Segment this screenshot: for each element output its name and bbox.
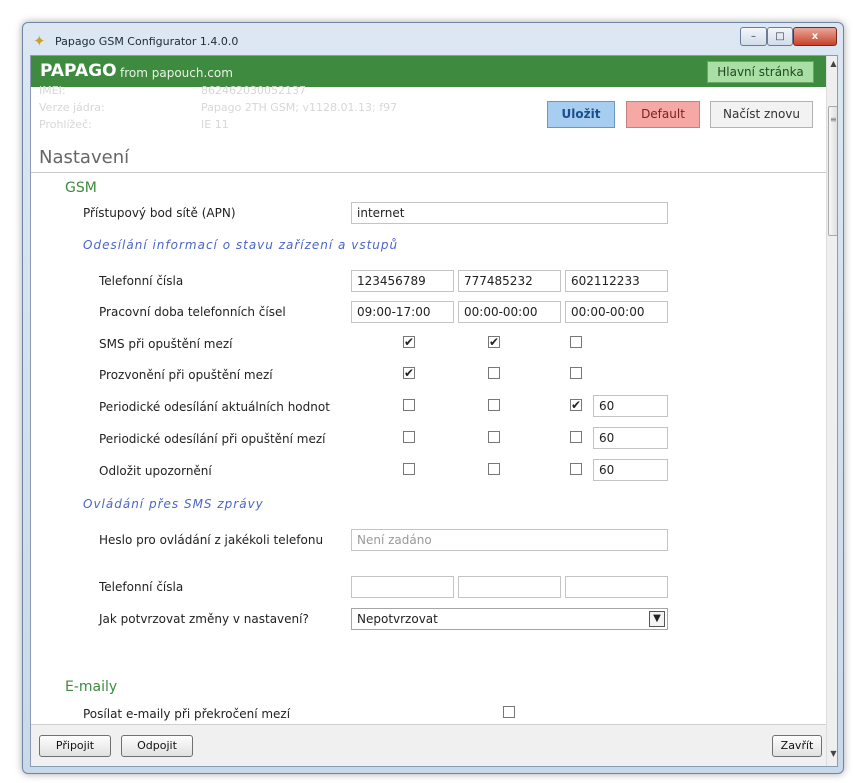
ring-limits-checkbox-1[interactable]: ✔ [403, 367, 415, 379]
periodic-current-checkbox-2[interactable] [488, 399, 500, 411]
reload-button[interactable]: Načíst znovu [710, 101, 813, 128]
window-title: Papago GSM Configurator 1.4.0.0 [55, 35, 239, 48]
sms-limits-checkbox-1[interactable]: ✔ [403, 336, 415, 348]
chevron-down-icon[interactable]: ▼ [649, 611, 665, 627]
periodic-limits-label: Periodické odesílání při opuštění mezí [99, 432, 326, 446]
scroll-down-icon[interactable]: ▼ [827, 746, 837, 761]
ring-limits-checkbox-2[interactable] [488, 367, 500, 379]
close-app-button[interactable]: Zavřít [772, 735, 822, 757]
sms-phone-input-2[interactable] [458, 576, 561, 598]
sms-phones-label: Telefonní čísla [99, 580, 184, 594]
periodic-limits-checkbox-1[interactable] [403, 431, 415, 443]
sms-phone-input-1[interactable] [351, 576, 454, 598]
sms-password-label: Heslo pro ovládání z jakékoli telefonu [99, 533, 324, 547]
maximize-button[interactable]: □ [767, 27, 793, 46]
postpone-alert-checkbox-2[interactable] [488, 463, 500, 475]
hours-input-3[interactable]: 00:00-00:00 [565, 301, 668, 323]
home-page-button[interactable]: Hlavní stránka [707, 61, 814, 83]
phone-input-2[interactable]: 777485232 [458, 270, 561, 292]
scroll-grip-icon: ≡ [830, 115, 837, 124]
periodic-limits-checkbox-2[interactable] [488, 431, 500, 443]
imei-value: 862462030052137 [201, 84, 306, 97]
info-sending-subtitle: Odesílání informací o stavu zařízení a v… [83, 238, 399, 252]
sms-control-subtitle: Ovládání přes SMS zprávy [83, 497, 264, 511]
kernel-label: Verze jádra: [39, 101, 105, 114]
ring-limits-label: Prozvonění při opuštění mezí [99, 368, 273, 382]
bottom-toolbar: Připojit Odpojit Zavřít [31, 724, 826, 766]
client-area: PAPAGO from papouch.com Hlavní stránka I… [30, 55, 838, 767]
title-bar[interactable]: ✦ Papago GSM Configurator 1.4.0.0 – □ x [23, 23, 843, 53]
hours-input-2[interactable]: 00:00-00:00 [458, 301, 561, 323]
sms-limits-checkbox-2[interactable]: ✔ [488, 336, 500, 348]
kernel-value: Papago 2TH GSM; v1128.01.13; f97 [201, 101, 398, 114]
email-send-label: Posílat e-maily při překročení mezí [83, 707, 291, 721]
connect-button[interactable]: Připojit [39, 735, 111, 757]
working-hours-label: Pracovní doba telefonních čísel [99, 305, 286, 319]
sms-password-input[interactable]: Není zadáno [351, 529, 668, 551]
ring-limits-checkbox-3[interactable] [570, 367, 582, 379]
imei-label: IMEI: [39, 84, 66, 97]
sms-limits-label: SMS při opuštění mezí [99, 337, 233, 351]
close-window-button[interactable]: x [793, 27, 837, 46]
periodic-current-checkbox-3[interactable]: ✔ [570, 399, 582, 411]
sms-limits-checkbox-3[interactable] [570, 336, 582, 348]
brand-subtitle: from papouch.com [120, 66, 233, 80]
gsm-section-title: GSM [65, 180, 97, 196]
phones-label: Telefonní čísla [99, 274, 184, 288]
brand-logo-text: PAPAGO [40, 61, 117, 81]
browser-value: IE 11 [201, 118, 229, 131]
minimize-button[interactable]: – [740, 27, 767, 46]
confirm-changes-value: Nepotvrzovat [357, 612, 438, 626]
scroll-up-icon[interactable]: ▲ [827, 56, 837, 71]
title-divider [31, 172, 826, 173]
postpone-alert-checkbox-3[interactable] [570, 463, 582, 475]
vertical-scrollbar[interactable]: ▲ ≡ ▼ [826, 56, 837, 766]
confirm-changes-select[interactable]: Nepotvrzovat ▼ [351, 608, 668, 630]
periodic-limits-checkbox-3[interactable] [570, 431, 582, 443]
hours-input-1[interactable]: 09:00-17:00 [351, 301, 454, 323]
periodic-current-interval-input[interactable]: 60 [593, 395, 668, 417]
scroll-thumb[interactable] [828, 106, 837, 236]
browser-label: Prohlížeč: [39, 118, 92, 131]
confirm-changes-label: Jak potvrzovat změny v nastavení? [99, 612, 309, 626]
default-button[interactable]: Default [626, 101, 700, 128]
apn-input[interactable]: internet [351, 202, 668, 224]
app-window: ✦ Papago GSM Configurator 1.4.0.0 – □ x … [22, 22, 844, 774]
sms-phone-input-3[interactable] [565, 576, 668, 598]
email-send-checkbox[interactable] [503, 706, 515, 718]
save-button[interactable]: Uložit [547, 101, 615, 128]
papago-app-icon: ✦ [33, 32, 46, 50]
postpone-alert-label: Odložit upozornění [99, 464, 212, 478]
header-banner: PAPAGO from papouch.com Hlavní stránka [31, 56, 826, 87]
phone-input-1[interactable]: 123456789 [351, 270, 454, 292]
periodic-current-label: Periodické odesílání aktuálních hodnot [99, 400, 330, 414]
phone-input-3[interactable]: 602112233 [565, 270, 668, 292]
postpone-alert-checkbox-1[interactable] [403, 463, 415, 475]
disconnect-button[interactable]: Odpojit [121, 735, 193, 757]
page-title: Nastavení [39, 147, 130, 168]
postpone-alert-interval-input[interactable]: 60 [593, 459, 668, 481]
periodic-limits-interval-input[interactable]: 60 [593, 427, 668, 449]
email-section-title: E-maily [65, 679, 118, 695]
periodic-current-checkbox-1[interactable] [403, 399, 415, 411]
apn-label: Přístupový bod sítě (APN) [83, 206, 236, 220]
